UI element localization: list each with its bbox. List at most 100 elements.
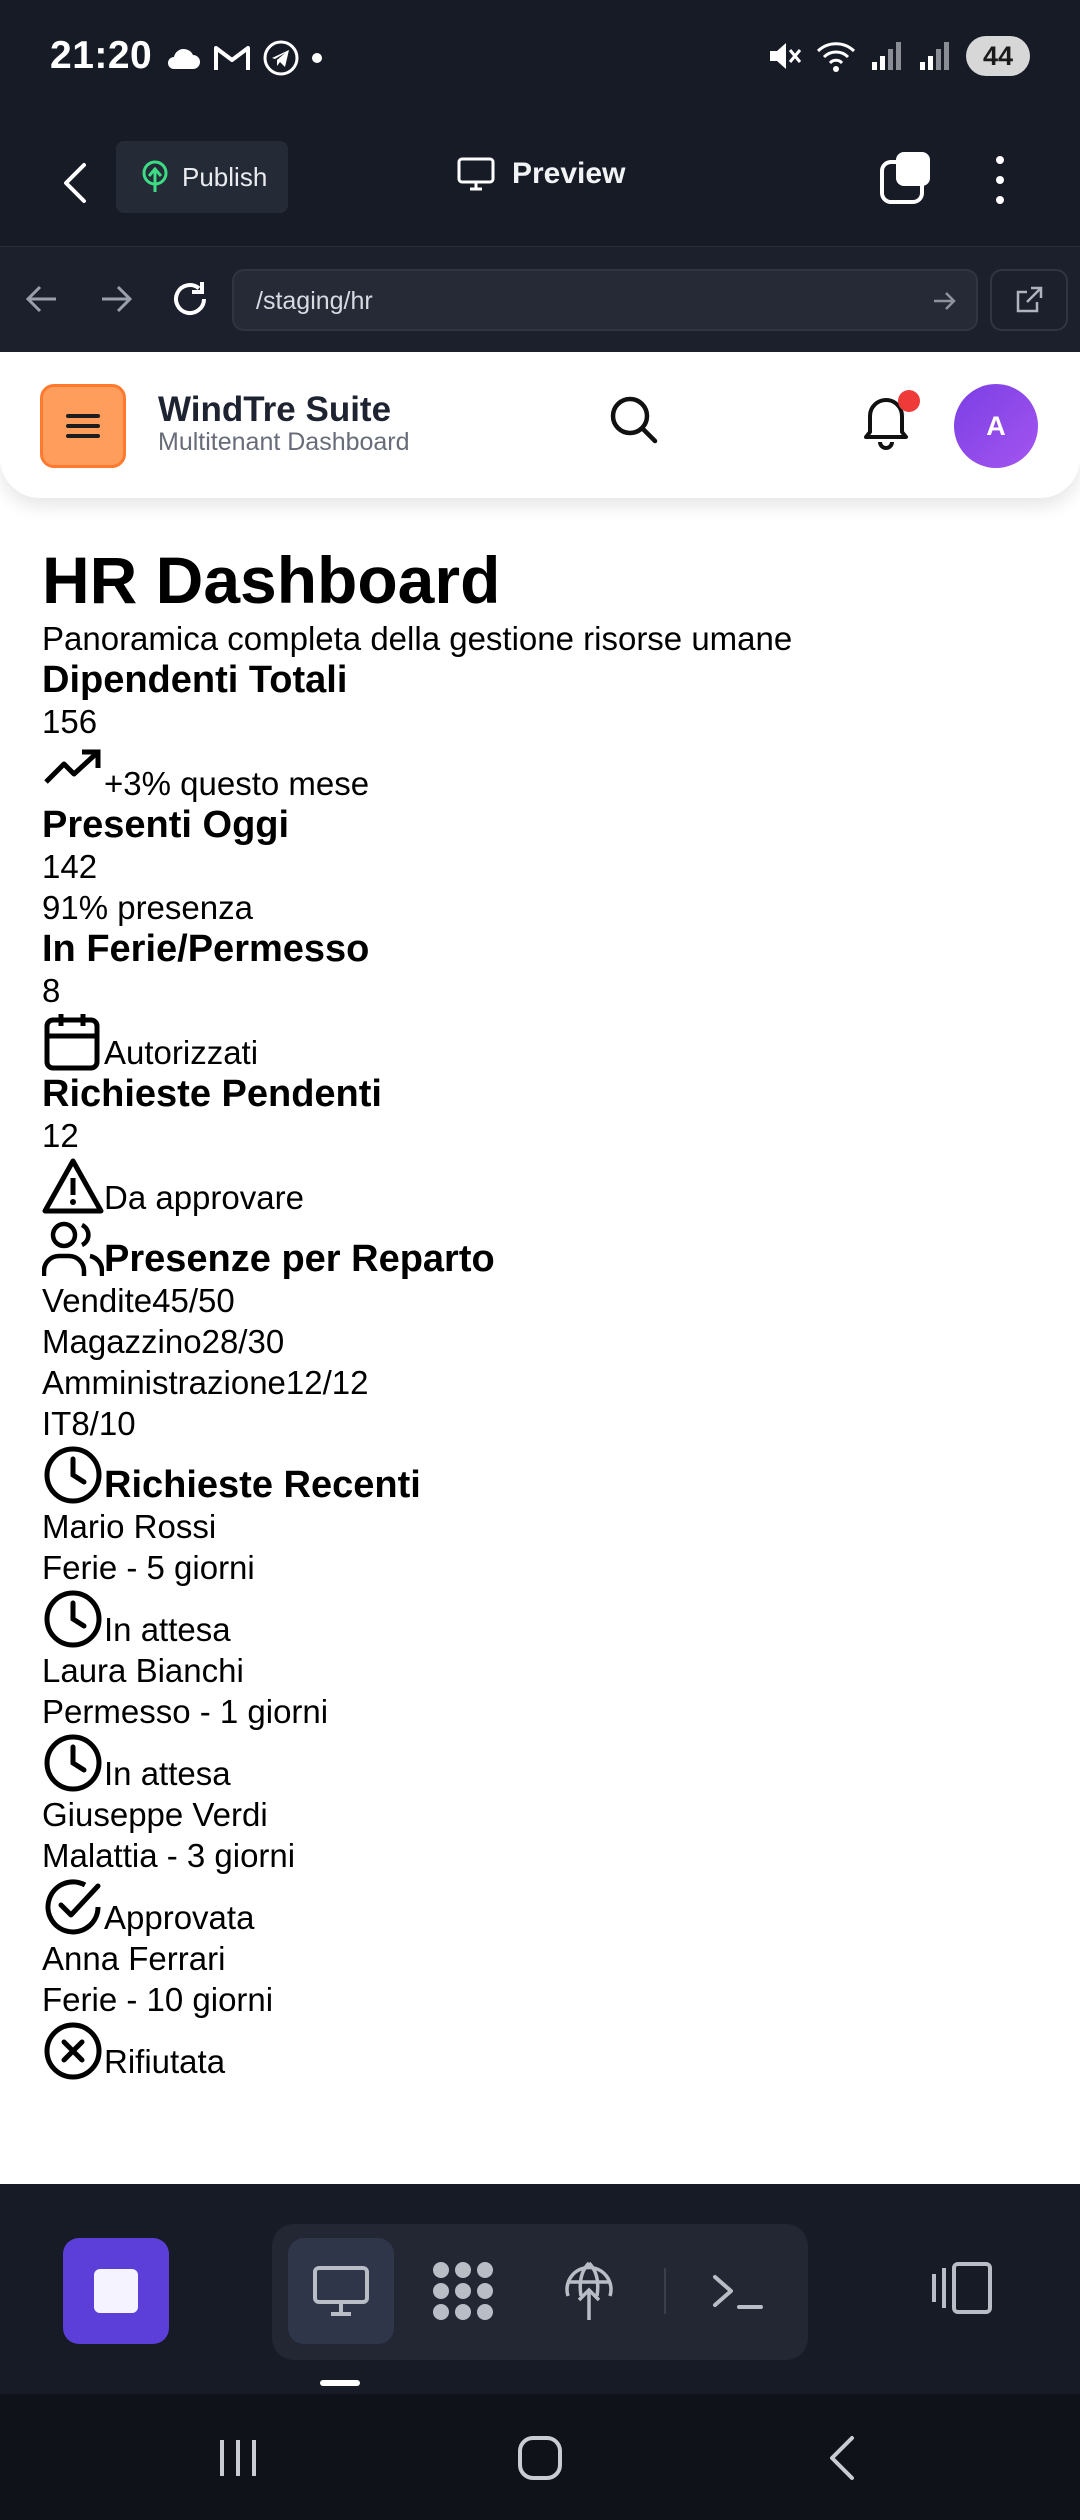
telegram-icon — [263, 40, 299, 76]
dashboard-content: HR Dashboard Panoramica completa della g… — [42, 542, 1042, 2082]
panel-layout-button[interactable] — [930, 2260, 994, 2316]
more-dot-icon — [996, 156, 1004, 164]
department-name: Amministrazione — [42, 1364, 286, 1401]
recent-apps-button[interactable] — [208, 2428, 268, 2488]
status-time: 21:20 — [50, 34, 153, 77]
divider — [664, 2268, 666, 2314]
department-value: 45/50 — [152, 1282, 235, 1319]
department-value: 8/10 — [71, 1405, 136, 1442]
back-icon — [830, 2436, 854, 2480]
request-detail: Permesso - 1 giorni — [42, 1693, 329, 1730]
department-row: Vendite45/50 — [42, 1280, 1042, 1321]
request-status-row: Approvata — [42, 1876, 1042, 1938]
department-name: IT — [42, 1405, 72, 1442]
page-title: HR Dashboard — [42, 543, 501, 617]
open-external-button[interactable] — [990, 269, 1068, 331]
reload-icon — [174, 282, 206, 315]
view-switcher — [272, 2224, 808, 2360]
reload-button[interactable] — [168, 277, 212, 321]
alert-triangle-icon — [42, 1158, 104, 1214]
arrow-left-icon — [25, 285, 56, 313]
brand-title: WindTre Suite — [158, 390, 392, 429]
search-icon — [610, 396, 658, 444]
clock-icon — [44, 1446, 102, 1504]
stat-value-total-employees: 156 — [42, 703, 98, 740]
users-icon — [42, 1221, 104, 1276]
status-notification-icons — [165, 40, 323, 76]
stat-note-pending-requests: Da approvare — [104, 1179, 304, 1216]
more-dot-icon — [996, 196, 1004, 204]
editor-toolbar: Publish Preview — [0, 118, 1080, 246]
stat-label-present-today: Presenti Oggi — [42, 804, 290, 846]
clock-icon — [44, 1590, 102, 1648]
stop-icon — [94, 2269, 138, 2313]
stat-note-on-leave: Autorizzati — [104, 1034, 259, 1071]
status-bar: 21:20 44 — [0, 0, 1080, 118]
preview-toggle[interactable]: Preview — [456, 156, 625, 192]
cloud-icon — [168, 48, 200, 69]
system-back-button[interactable] — [812, 2428, 872, 2488]
request-detail: Ferie - 10 giorni — [42, 1981, 274, 2018]
stat-note-present-today: 91% presenza — [42, 889, 253, 926]
back-button[interactable] — [54, 158, 94, 208]
home-button[interactable] — [510, 2428, 570, 2488]
request-status: In attesa — [104, 1611, 231, 1648]
request-name: Mario Rossi — [42, 1508, 217, 1545]
request-status-row: In attesa — [42, 1732, 1042, 1794]
go-arrow-icon[interactable] — [930, 287, 960, 315]
check-circle-icon — [45, 1879, 101, 1935]
request-status: Approvata — [104, 1899, 255, 1936]
department-row: Magazzino28/30 — [42, 1321, 1042, 1362]
signal-icon — [872, 42, 901, 70]
monitor-icon — [313, 2266, 369, 2316]
menu-button[interactable] — [40, 384, 126, 468]
publish-button[interactable]: Publish — [116, 141, 288, 213]
stat-label-total-employees: Dipendenti Totali — [42, 659, 348, 701]
nav-forward-button[interactable] — [94, 277, 138, 321]
windows-button[interactable] — [878, 148, 936, 206]
department-name: Magazzino — [42, 1323, 202, 1360]
requests-heading: Richieste Recenti — [42, 1444, 1042, 1506]
deploy-view-button[interactable] — [536, 2238, 642, 2344]
clock-icon — [44, 1734, 102, 1792]
web-preview: WindTre Suite Multitenant Dashboard A HR… — [0, 352, 1080, 2184]
globe-upload-icon — [565, 2261, 613, 2320]
url-text: /staging/hr — [256, 287, 373, 315]
request-detail: Malattia - 3 giorni — [42, 1837, 296, 1874]
app-header: WindTre Suite Multitenant Dashboard A — [0, 352, 1080, 498]
external-link-icon — [1016, 286, 1043, 313]
stat-value-present-today: 142 — [42, 848, 98, 885]
terminal-view-button[interactable] — [684, 2238, 790, 2344]
search-button[interactable] — [608, 394, 660, 446]
url-bar: /staging/hr — [0, 246, 1080, 352]
avatar[interactable]: A — [954, 384, 1038, 468]
stat-label-pending-requests: Richieste Pendenti — [42, 1073, 382, 1115]
desktop-view-button[interactable] — [288, 2238, 394, 2344]
department-value: 28/30 — [201, 1323, 285, 1360]
hamburger-icon — [66, 414, 100, 438]
preview-label: Preview — [512, 157, 626, 190]
bottom-dock — [0, 2184, 1080, 2394]
stat-value-pending-requests: 12 — [42, 1117, 79, 1154]
attendance-title: Presenze per Reparto — [104, 1238, 495, 1280]
more-menu-button[interactable] — [984, 152, 1016, 208]
gmail-icon — [214, 46, 250, 70]
department-row: IT8/10 — [42, 1403, 1042, 1444]
home-icon — [518, 2436, 562, 2480]
x-circle-icon — [44, 2022, 102, 2080]
recent-apps-icon — [220, 2440, 256, 2476]
page-subtitle: Panoramica completa della gestione risor… — [42, 620, 793, 657]
stat-label-on-leave: In Ferie/Permesso — [42, 928, 370, 970]
panel-layout-icon — [932, 2262, 992, 2314]
url-input[interactable]: /staging/hr — [232, 269, 978, 331]
apps-view-button[interactable] — [410, 2238, 516, 2344]
stop-button[interactable] — [63, 2238, 169, 2344]
system-navigation-bar — [0, 2394, 1080, 2520]
nav-back-button[interactable] — [20, 277, 64, 321]
request-status-row: Rifiutata — [42, 2020, 1042, 2082]
mute-icon — [770, 43, 802, 69]
request-status: In attesa — [104, 1755, 231, 1792]
trending-up-icon — [44, 749, 101, 784]
signal-2-icon — [920, 42, 949, 70]
department-row: Amministrazione12/12 — [42, 1362, 1042, 1403]
